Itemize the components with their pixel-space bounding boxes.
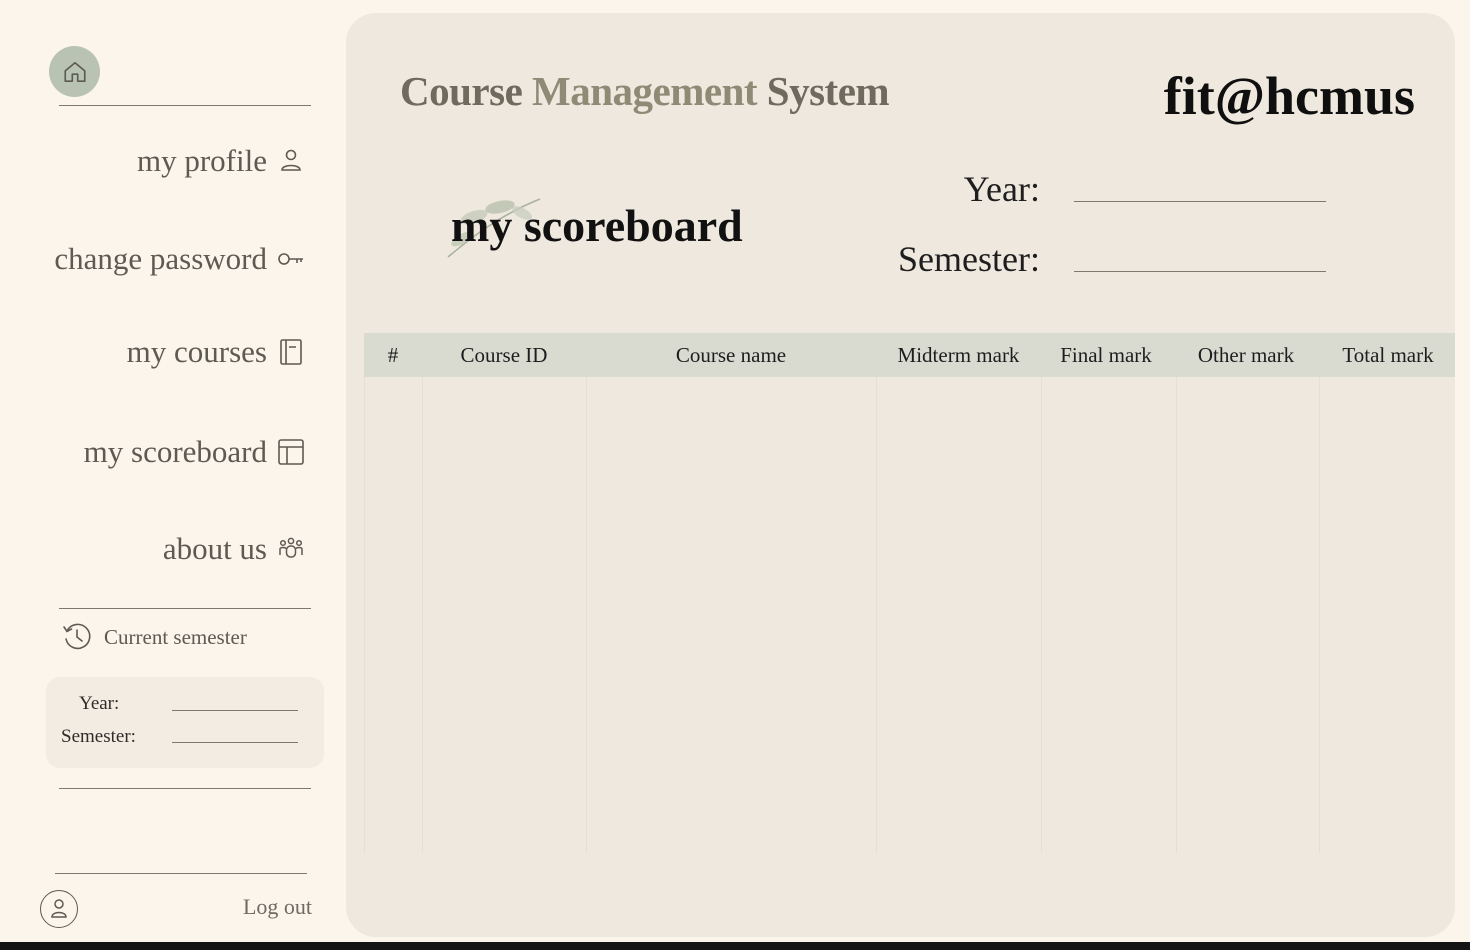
sidebar-item-change-password[interactable]: change password — [54, 241, 305, 277]
semester-filter-label: Semester: — [898, 239, 1040, 279]
group-icon — [277, 535, 305, 563]
column-divider — [1041, 377, 1042, 853]
logout-button[interactable]: Log out — [243, 894, 312, 920]
column-header-total[interactable]: Total mark — [1321, 333, 1455, 377]
logout-row: Log out — [40, 890, 312, 930]
column-header-midterm[interactable]: Midterm mark — [876, 333, 1041, 377]
sidebar-item-label: my profile — [137, 143, 267, 178]
sidebar-item-about-us[interactable]: about us — [163, 531, 305, 567]
current-year-label: Year: — [79, 693, 120, 714]
sidebar-item-label: my scoreboard — [83, 434, 267, 469]
taskbar-strip — [0, 942, 1470, 950]
column-divider — [1176, 377, 1177, 853]
history-icon — [63, 623, 91, 650]
main-panel: Course Management System fit@hcmus my sc… — [346, 13, 1455, 937]
user-icon — [277, 147, 305, 175]
sidebar-item-my-profile[interactable]: my profile — [137, 143, 305, 179]
brand-logo: fit@hcmus — [1163, 66, 1415, 126]
column-header-final[interactable]: Final mark — [1041, 333, 1171, 377]
sidebar-item-my-scoreboard[interactable]: my scoreboard — [84, 434, 305, 470]
current-semester-label: Current semester — [104, 624, 247, 649]
book-icon — [277, 338, 305, 366]
table-header-row: # Course ID Course name Midterm mark Fin… — [364, 333, 1455, 377]
layout-icon — [277, 438, 305, 466]
column-header-other[interactable]: Other mark — [1171, 333, 1321, 377]
sidebar-divider — [59, 788, 311, 789]
scoreboard-table: # Course ID Course name Midterm mark Fin… — [364, 333, 1455, 853]
sidebar-divider — [59, 608, 311, 609]
key-icon — [277, 245, 305, 273]
column-divider — [364, 377, 365, 853]
sidebar-item-label: change password — [54, 241, 267, 276]
current-semester-heading: Current semester — [62, 622, 247, 652]
column-divider — [422, 377, 423, 853]
sidebar-item-label: my courses — [126, 334, 267, 369]
column-header-course-id[interactable]: Course ID — [422, 333, 586, 377]
year-filter-label: Year: — [963, 169, 1040, 209]
user-avatar-icon — [51, 899, 67, 918]
app-title-part: Management — [532, 68, 758, 114]
sidebar: my profile change password my courses my — [0, 0, 345, 942]
sidebar-divider — [59, 105, 311, 106]
app-title: Course Management System — [400, 67, 890, 115]
app-title-part: Course — [400, 68, 533, 114]
column-divider — [1319, 377, 1320, 853]
page-title: my scoreboard — [451, 200, 743, 251]
avatar[interactable] — [40, 890, 78, 928]
sidebar-item-my-courses[interactable]: my courses — [127, 334, 305, 370]
current-semester-card: Year: Semester: — [46, 677, 324, 768]
home-button[interactable] — [49, 46, 100, 97]
column-divider — [876, 377, 877, 853]
sidebar-divider — [55, 873, 307, 874]
sidebar-item-label: about us — [162, 531, 267, 566]
home-icon — [63, 61, 86, 82]
current-semester-value — [172, 742, 298, 743]
app-title-part: System — [757, 68, 890, 114]
current-year-value — [172, 710, 298, 711]
column-divider — [586, 377, 587, 853]
semester-field[interactable] — [1074, 271, 1326, 272]
column-header-index[interactable]: # — [364, 333, 422, 377]
current-semester-value-label: Semester: — [61, 726, 136, 747]
year-field[interactable] — [1074, 201, 1326, 202]
column-header-course-name[interactable]: Course name — [586, 333, 876, 377]
